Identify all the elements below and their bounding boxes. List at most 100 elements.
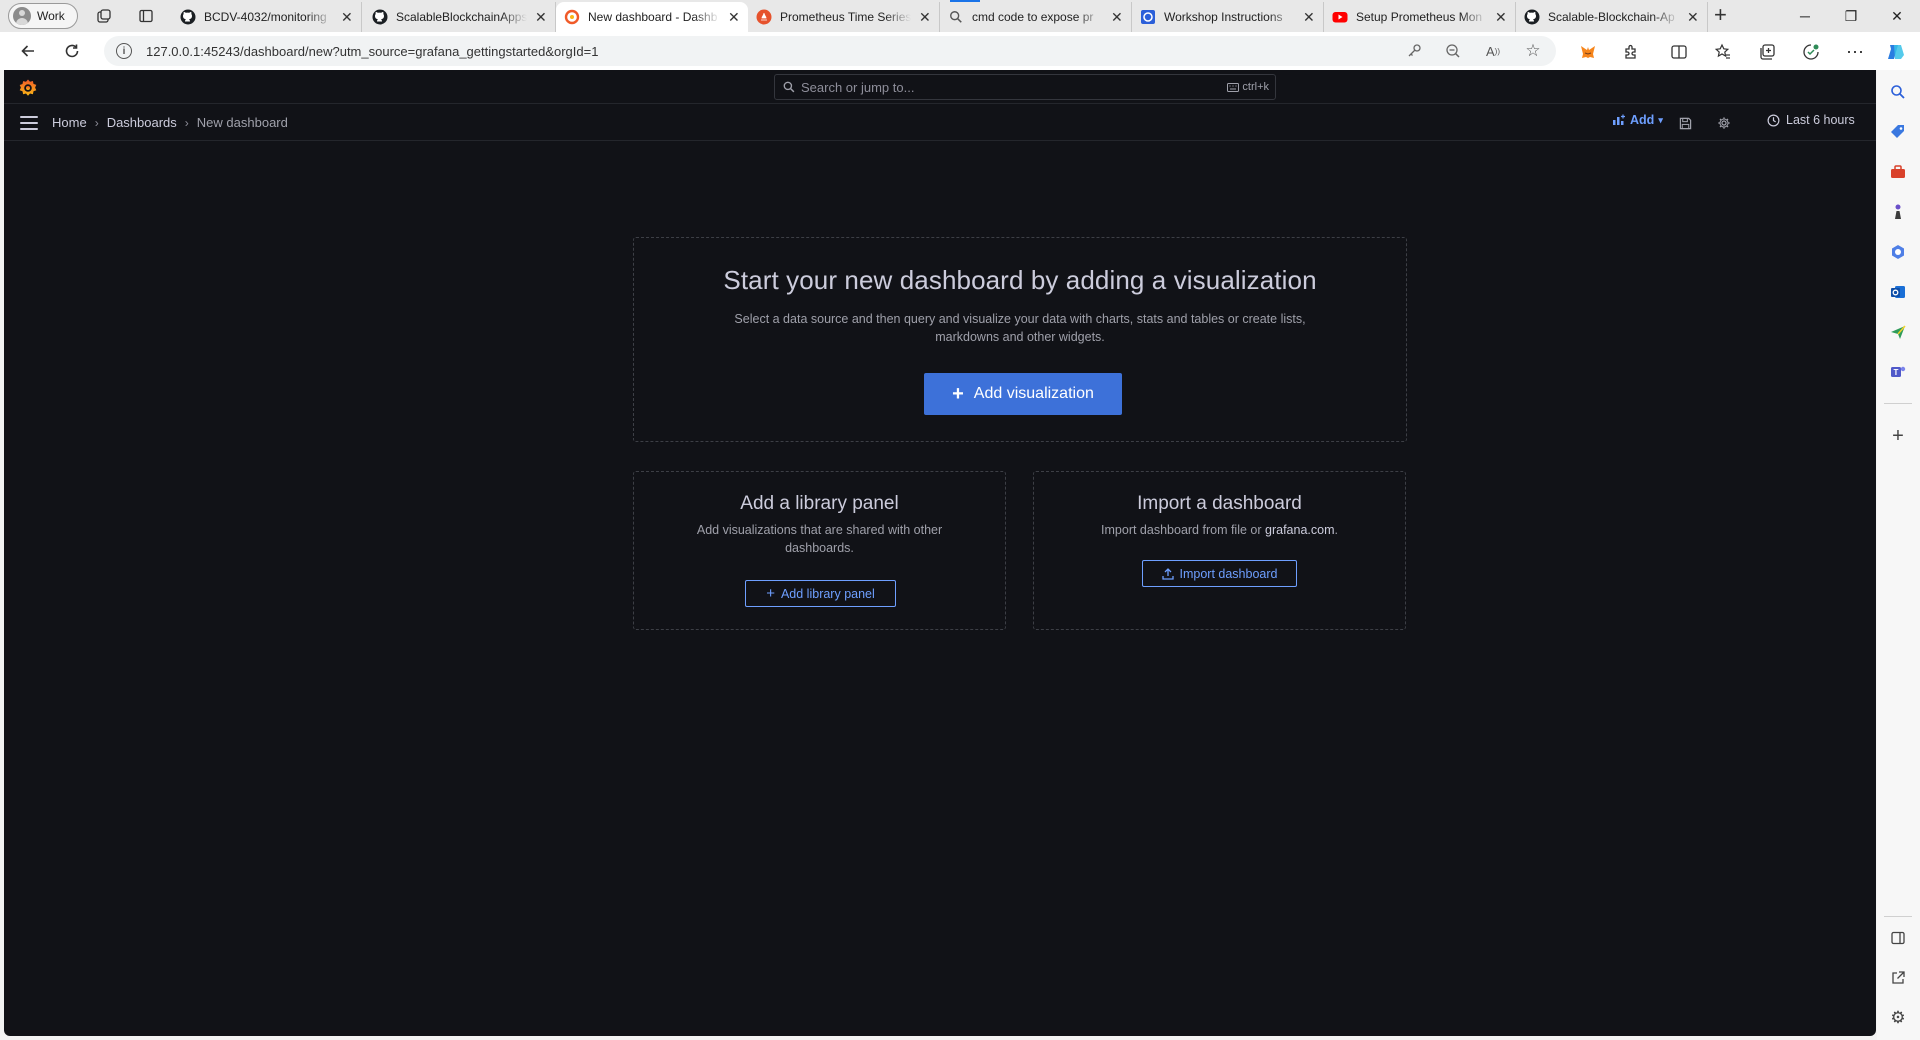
favorites-icon[interactable] xyxy=(1711,40,1735,64)
breadcrumb-home[interactable]: Home xyxy=(52,115,87,130)
browser-tab-active[interactable]: New dashboard - Dashb ✕ xyxy=(556,2,748,32)
empty-dashboard-hero: Start your new dashboard by adding a vis… xyxy=(633,237,1407,442)
browser-tab[interactable]: Prometheus Time Series ✕ xyxy=(748,2,940,32)
add-sidebar-app-icon[interactable]: + xyxy=(1886,424,1910,448)
key-icon[interactable] xyxy=(1403,40,1425,62)
hero-description: Select a data source and then query and … xyxy=(734,312,1306,344)
add-menu-button[interactable]: Add ▾ xyxy=(1612,113,1663,127)
browser-tab[interactable]: Scalable-Blockchain-Ap ✕ xyxy=(1516,2,1708,32)
workspaces-icon[interactable] xyxy=(94,6,114,26)
search-icon xyxy=(948,9,964,25)
tab-title: Workshop Instructions xyxy=(1164,10,1283,24)
browser-tab[interactable]: Workshop Instructions ✕ xyxy=(1132,2,1324,32)
collections-icon[interactable] xyxy=(1755,40,1779,64)
breadcrumb-dashboards[interactable]: Dashboards xyxy=(107,115,177,130)
plus-icon: + xyxy=(952,383,964,405)
close-tab-icon[interactable]: ✕ xyxy=(535,9,547,26)
hide-sidebar-icon[interactable] xyxy=(1886,926,1910,950)
games-icon[interactable] xyxy=(1886,200,1910,224)
save-icon[interactable] xyxy=(1676,114,1694,132)
youtube-icon xyxy=(1332,9,1348,25)
add-library-panel-label: Add library panel xyxy=(780,586,875,601)
microsoft-365-icon[interactable] xyxy=(1886,240,1910,264)
browser-tab[interactable]: cmd code to expose pr ✕ xyxy=(940,2,1132,32)
shopping-tag-icon[interactable] xyxy=(1886,120,1910,144)
sidebar-divider xyxy=(1884,403,1912,404)
chevron-down-icon: ▾ xyxy=(1658,114,1663,125)
more-menu-icon[interactable]: ⋯ xyxy=(1843,40,1867,64)
metamask-icon[interactable] xyxy=(1576,40,1600,64)
upload-icon xyxy=(1161,567,1174,580)
tab-title: ScalableBlockchainApps xyxy=(396,10,527,24)
back-button[interactable] xyxy=(16,39,40,63)
import-description: Import dashboard from file or grafana.co… xyxy=(1070,521,1370,539)
split-screen-icon[interactable] xyxy=(1667,40,1691,64)
browser-essentials-icon[interactable] xyxy=(1799,40,1823,64)
tab-title: New dashboard - Dashb xyxy=(588,10,718,24)
sidebar-divider xyxy=(1884,916,1912,917)
grafana-nav-bar: Home › Dashboards › New dashboard Add ▾ … xyxy=(4,105,1876,141)
shortcut-label: ctrl+k xyxy=(1242,81,1269,93)
search-input[interactable]: Search or jump to... ctrl+k xyxy=(774,74,1276,100)
browser-tab[interactable]: ScalableBlockchainApps ✕ xyxy=(364,2,556,32)
search-placeholder: Search or jump to... xyxy=(801,79,915,95)
outlook-icon[interactable] xyxy=(1886,280,1910,304)
favorite-star-icon[interactable]: ☆ xyxy=(1522,40,1544,62)
new-tab-button[interactable]: + xyxy=(1714,4,1727,26)
grafana-logo-icon[interactable] xyxy=(18,78,38,98)
prometheus-icon xyxy=(756,9,772,25)
tools-icon[interactable] xyxy=(1886,160,1910,184)
search-icon xyxy=(783,81,795,93)
chevron-right-icon: › xyxy=(184,115,189,130)
import-dashboard-card: Import a dashboard Import dashboard from… xyxy=(1033,471,1406,630)
zoom-out-icon[interactable] xyxy=(1442,40,1464,62)
sidebar-settings-icon[interactable]: ⚙ xyxy=(1886,1006,1910,1030)
time-range-picker[interactable]: Last 6 hours xyxy=(1767,113,1855,127)
tab-actions-icon[interactable] xyxy=(136,6,156,26)
external-link-icon[interactable] xyxy=(1886,966,1910,990)
close-tab-icon[interactable]: ✕ xyxy=(728,9,740,26)
extensions-icon[interactable] xyxy=(1619,40,1643,64)
browser-tab[interactable]: Setup Prometheus Mon ✕ xyxy=(1324,2,1516,32)
close-tab-icon[interactable]: ✕ xyxy=(1303,9,1315,26)
svg-text:T: T xyxy=(1894,368,1899,377)
grafana-com-link[interactable]: grafana.com xyxy=(1265,523,1334,537)
chevron-right-icon: › xyxy=(94,115,99,130)
breadcrumb: Home › Dashboards › New dashboard xyxy=(52,115,288,130)
read-aloud-icon[interactable]: A)) xyxy=(1482,40,1504,62)
workshop-icon xyxy=(1140,9,1156,25)
browser-tab[interactable]: BCDV-4032/monitoring ✕ xyxy=(172,2,362,32)
address-url[interactable]: 127.0.0.1:45243/dashboard/new?utm_source… xyxy=(146,44,598,59)
teams-icon[interactable]: T xyxy=(1886,360,1910,384)
close-window-icon[interactable]: ✕ xyxy=(1874,0,1920,32)
close-tab-icon[interactable]: ✕ xyxy=(1687,9,1699,26)
close-tab-icon[interactable]: ✕ xyxy=(1111,9,1123,26)
close-tab-icon[interactable]: ✕ xyxy=(919,9,931,26)
copilot-icon[interactable] xyxy=(1884,40,1908,64)
import-dashboard-button[interactable]: Import dashboard xyxy=(1142,560,1297,587)
restore-icon[interactable]: ❐ xyxy=(1828,0,1874,32)
site-info-icon[interactable]: i xyxy=(116,43,132,59)
profile-label: Work xyxy=(37,9,65,23)
import-description-suffix: . xyxy=(1334,523,1338,537)
grafana-icon xyxy=(564,9,580,25)
close-tab-icon[interactable]: ✕ xyxy=(341,9,353,26)
menu-toggle-icon[interactable] xyxy=(20,116,38,130)
github-icon xyxy=(180,9,196,25)
close-tab-icon[interactable]: ✕ xyxy=(1495,9,1507,26)
add-library-panel-button[interactable]: + Add library panel xyxy=(745,580,896,607)
tab-title: Scalable-Blockchain-Ap xyxy=(1548,10,1675,24)
dashboard-settings-icon[interactable] xyxy=(1715,114,1733,132)
import-title: Import a dashboard xyxy=(1137,493,1302,514)
profile-avatar-icon xyxy=(13,7,31,25)
clock-icon xyxy=(1767,114,1780,126)
add-visualization-button[interactable]: + Add visualization xyxy=(924,373,1122,415)
address-bar[interactable]: i 127.0.0.1:45243/dashboard/new?utm_sour… xyxy=(104,36,1556,66)
profile-button[interactable]: Work xyxy=(8,3,78,29)
minimize-icon[interactable]: ─ xyxy=(1782,0,1828,32)
send-icon[interactable] xyxy=(1886,320,1910,344)
github-icon xyxy=(372,9,388,25)
refresh-button[interactable] xyxy=(60,39,84,63)
sidebar-search-icon[interactable] xyxy=(1886,80,1910,104)
tab-title: Setup Prometheus Mon xyxy=(1356,10,1483,24)
